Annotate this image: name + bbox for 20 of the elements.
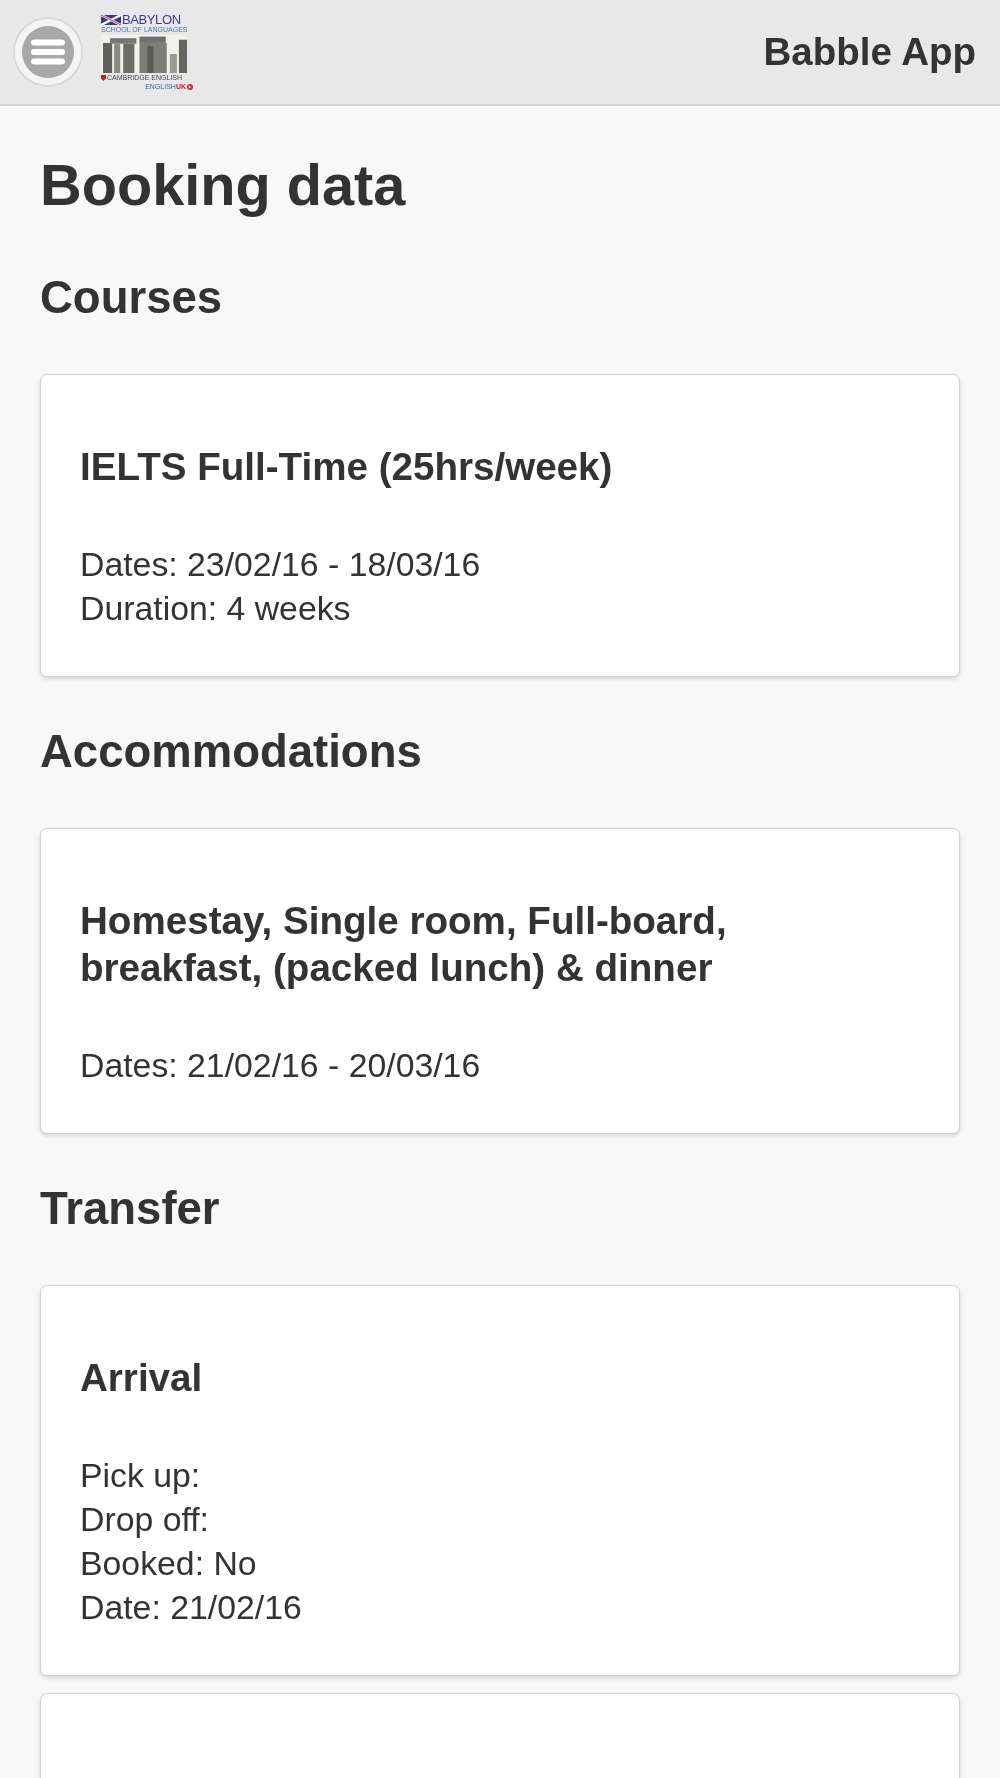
card-detail: Duration: 4 weeks [80, 588, 352, 629]
menu-icon [22, 26, 74, 78]
card-detail: Date: 21/02/16 [80, 1587, 303, 1628]
card-detail: Dates: 21/02/16 - 20/03/16 [80, 1045, 482, 1086]
play-icon [187, 83, 193, 90]
section-heading: Courses [40, 272, 224, 324]
card-detail: Drop off: [80, 1499, 210, 1540]
shield-icon [101, 74, 106, 81]
flag-icon [101, 14, 121, 25]
card-detail: Dates: 23/02/16 - 18/03/16 [80, 544, 482, 585]
card-detail: Booked: No [80, 1543, 258, 1584]
card-detail: Pick up: [80, 1455, 202, 1496]
card-title: Arrival [80, 1355, 204, 1401]
section-heading: Accommodations [40, 726, 423, 778]
page-title: Booking data [40, 152, 407, 218]
logo-wordmark: BABYLON [122, 13, 181, 26]
card-title: Homestay, Single room, Full-board, breakfast, (packed lunch) & dinner [80, 898, 728, 991]
section-heading: Transfer [40, 1183, 221, 1235]
app-title: Babble App [763, 30, 976, 74]
card-title: IELTS Full-Time (25hrs/week) [80, 444, 614, 490]
